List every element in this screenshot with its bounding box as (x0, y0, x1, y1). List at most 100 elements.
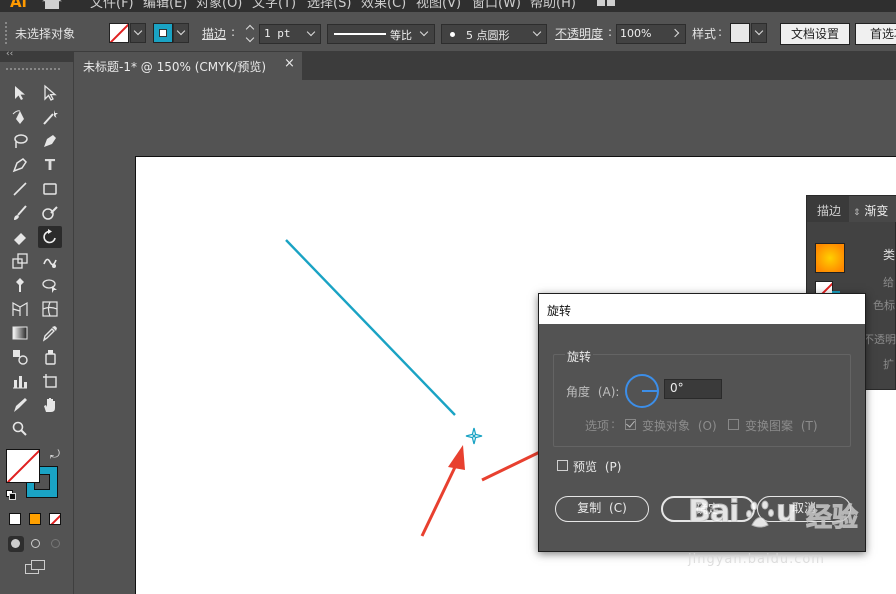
stroke-profile-dropdown[interactable]: 等比 (327, 24, 435, 44)
brush-dropdown[interactable]: 5 点圆形 (441, 24, 547, 44)
tab-stroke[interactable]: 描边 (817, 202, 841, 219)
mesh-tool-icon[interactable] (38, 298, 62, 320)
menu-file[interactable]: 文件(F) (90, 0, 134, 11)
paw-icon (746, 500, 774, 528)
draw-behind-icon[interactable] (28, 536, 44, 552)
brush-dot-icon (450, 32, 455, 37)
transform-patterns-checkbox[interactable] (728, 419, 739, 430)
stroke-swatch[interactable] (153, 23, 173, 43)
shaper-tool-icon[interactable] (38, 202, 62, 224)
slice-tool-icon[interactable] (8, 394, 32, 416)
stroke-profile-label: 等比 (390, 29, 412, 42)
angle-label: 角度 (A): (566, 385, 620, 399)
zoom-tool-icon[interactable] (8, 418, 32, 440)
gradient-tool-icon[interactable] (8, 322, 32, 344)
opacity-label[interactable]: 不透明度 (555, 25, 603, 42)
collapse-icon[interactable]: ‹‹ (6, 49, 13, 59)
eraser-tool-icon[interactable] (8, 226, 32, 248)
type-tool-icon[interactable]: T (38, 154, 62, 176)
gradient-mode-icon[interactable] (29, 513, 41, 525)
curvature-tool-icon[interactable] (8, 106, 32, 128)
magic-wand-tool-icon[interactable] (38, 106, 62, 128)
rotate-tool-icon[interactable] (38, 226, 62, 248)
close-icon[interactable]: × (284, 56, 295, 71)
none-mode-icon[interactable] (49, 513, 61, 525)
stroke-weight-field[interactable]: 1 pt (259, 24, 321, 44)
menu-effect[interactable]: 效果(C) (361, 0, 406, 11)
stroke-dropdown[interactable] (173, 23, 189, 43)
color-mode-icon[interactable] (9, 513, 21, 525)
selection-status: 未选择对象 (15, 27, 76, 41)
paintbrush-tool-icon[interactable] (8, 202, 32, 224)
default-colors-icon[interactable] (6, 490, 16, 500)
stroke-weight-stepper[interactable] (244, 24, 258, 44)
shape-builder-tool-icon[interactable] (38, 274, 62, 296)
transform-objects-checkbox[interactable] (625, 418, 636, 430)
blend-tool-icon[interactable] (8, 346, 32, 368)
hand-tool-icon[interactable] (38, 394, 62, 416)
menu-edit[interactable]: 编辑(E) (143, 0, 187, 11)
menu-object[interactable]: 对象(O) (196, 0, 242, 11)
style-swatch[interactable] (730, 23, 750, 43)
workspace-switcher-icon[interactable] (597, 0, 627, 8)
transform-patterns-label: 变换图案 (T) (745, 419, 818, 433)
tab-gradient[interactable]: ⇕ 渐变 (849, 196, 896, 222)
colon-text: : (611, 417, 616, 431)
menu-type[interactable]: 文字(T) (252, 0, 296, 11)
rotate-group-label: 旋转 (565, 348, 594, 365)
opacity-field[interactable]: 100% (616, 24, 686, 44)
pen-tool-icon[interactable] (38, 130, 62, 152)
draw-inside-icon[interactable] (48, 536, 64, 552)
warp-tool-icon[interactable] (38, 250, 62, 272)
fill-color-box[interactable] (6, 449, 40, 483)
angle-dial[interactable] (623, 372, 661, 410)
direct-selection-tool-icon[interactable] (38, 82, 62, 104)
rectangle-tool-icon[interactable] (38, 178, 62, 200)
screen-mode-icon[interactable] (25, 560, 47, 574)
grip-icon[interactable] (6, 68, 60, 70)
stroke-profile-preview (334, 33, 386, 35)
colon-text: : (231, 25, 236, 39)
control-bar: 未选择对象 描边 : 1 pt 等比 5 点圆形 不透明度 : 100% 样式 … (0, 14, 896, 52)
colon-text: : (608, 25, 613, 39)
symbol-sprayer-tool-icon[interactable] (38, 346, 62, 368)
color-stop-label: 色标 (873, 299, 895, 312)
menu-select[interactable]: 选择(S) (307, 0, 351, 11)
lasso-tool-icon[interactable] (8, 130, 32, 152)
watermark-cn-text: 经验 (805, 503, 859, 534)
sort-icon: ⇕ (853, 208, 861, 218)
gradient-swatch[interactable] (815, 243, 845, 273)
home-icon[interactable] (42, 0, 62, 9)
fill-swatch[interactable] (109, 23, 129, 43)
selection-tool-icon[interactable] (8, 82, 32, 104)
puppet-warp-tool-icon[interactable] (8, 274, 32, 296)
perspective-grid-tool-icon[interactable] (8, 298, 32, 320)
blob-brush-tool-icon[interactable] (8, 154, 32, 176)
menu-view[interactable]: 视图(V) (416, 0, 461, 11)
artboard-tool-icon[interactable] (38, 370, 62, 392)
stroke-label[interactable]: 描边 (202, 25, 226, 42)
eyedropper-tool-icon[interactable] (38, 322, 62, 344)
column-graph-tool-icon[interactable] (8, 370, 32, 392)
stroke-weight-value: 1 pt (264, 27, 291, 40)
scale-tool-icon[interactable] (8, 250, 32, 272)
opacity-label: 不透明 (863, 333, 896, 346)
preview-checkbox[interactable] (557, 460, 568, 471)
line-tool-icon[interactable] (8, 178, 32, 200)
tools-panel-header[interactable]: ‹‹ (0, 49, 74, 62)
style-dropdown[interactable] (751, 23, 767, 43)
angle-input[interactable]: 0° (664, 379, 722, 399)
swap-fill-stroke-icon[interactable]: ⤾ (50, 447, 60, 462)
copy-button[interactable]: 复制 (C) (555, 496, 649, 522)
fill-dropdown[interactable] (130, 23, 146, 43)
document-tab[interactable]: 未标题-1* @ 150% (CMYK/预览) × (74, 52, 302, 80)
menu-window[interactable]: 窗口(W) (472, 0, 521, 11)
menu-help[interactable]: 帮助(H) (530, 0, 576, 11)
brush-label: 5 点圆形 (466, 29, 510, 42)
document-setup-button[interactable]: 文档设置 (780, 23, 850, 45)
tools-panel: ‹‹ T ⤾ (0, 49, 74, 594)
watermark-brand-text: Bai (687, 494, 739, 530)
preferences-button[interactable]: 首选项 (855, 23, 896, 45)
preview-label: 预览 (P) (573, 460, 622, 474)
draw-normal-icon[interactable] (8, 536, 24, 552)
